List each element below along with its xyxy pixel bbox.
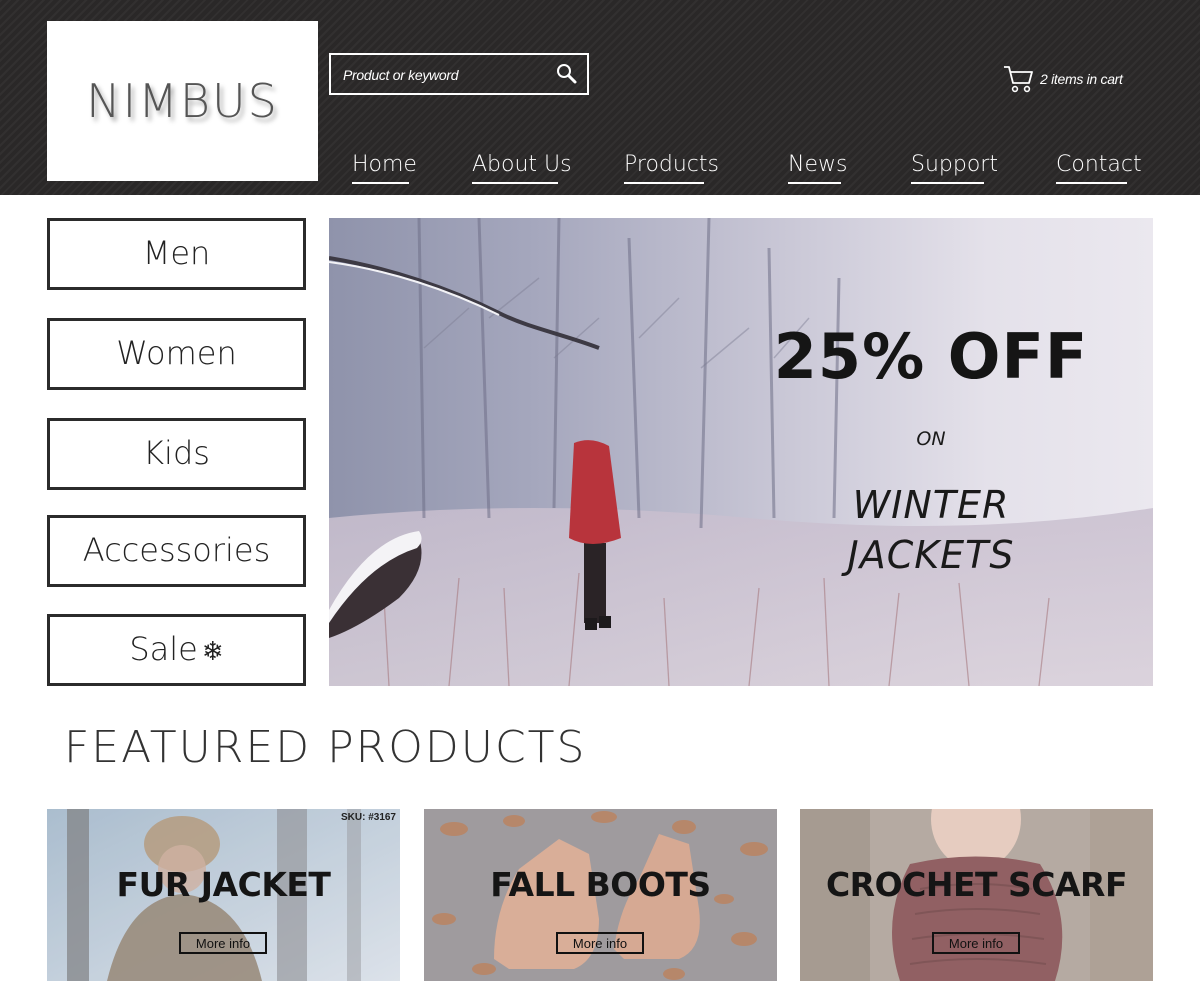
category-label: Accessories bbox=[82, 531, 271, 569]
more-info-button[interactable]: More info bbox=[932, 932, 1020, 954]
product-card-fall-boots[interactable]: FALL BOOTS More info bbox=[424, 809, 777, 981]
category-label: Men bbox=[142, 234, 211, 272]
featured-title: FEATURED PRODUCTS bbox=[64, 722, 587, 773]
nav-products[interactable]: Products bbox=[624, 150, 719, 184]
product-card-crochet-scarf[interactable]: CROCHET SCARF More info bbox=[800, 809, 1153, 981]
category-men[interactable]: Men bbox=[47, 218, 306, 290]
product-title: FUR JACKET bbox=[116, 865, 331, 904]
category-label: Women bbox=[116, 334, 237, 372]
nav-news[interactable]: News bbox=[788, 150, 847, 184]
product-sku: SKU: #3167 bbox=[340, 812, 396, 823]
category-label: Sale bbox=[129, 630, 198, 668]
hero-headline: 25% OFF bbox=[773, 320, 1089, 393]
hero-subline-2: JACKETS bbox=[847, 533, 1015, 577]
logo-text: NIMBUS bbox=[86, 74, 279, 128]
search-input[interactable] bbox=[341, 63, 545, 87]
category-kids[interactable]: Kids bbox=[47, 418, 306, 490]
hero-banner[interactable]: 25% OFF ON WINTER JACKETS bbox=[329, 218, 1153, 686]
nav-support[interactable]: Support bbox=[911, 150, 998, 184]
hero-connector: ON bbox=[916, 428, 946, 450]
hero-photo bbox=[329, 218, 1153, 686]
category-accessories[interactable]: Accessories bbox=[47, 515, 306, 587]
more-info-button[interactable]: More info bbox=[556, 932, 644, 954]
category-sale[interactable]: Sale ❄ bbox=[47, 614, 306, 686]
category-women[interactable]: Women bbox=[47, 318, 306, 390]
product-title: CROCHET SCARF bbox=[825, 865, 1128, 904]
search-icon bbox=[557, 64, 577, 84]
cart-icon bbox=[1004, 66, 1033, 93]
nav-home[interactable]: Home bbox=[352, 150, 417, 184]
cart-count-text: 2 items in cart bbox=[1040, 71, 1123, 87]
snowflake-icon: ❄ bbox=[201, 637, 224, 667]
logo[interactable]: NIMBUS bbox=[47, 21, 318, 181]
cart-button[interactable]: 2 items in cart bbox=[1003, 64, 1133, 94]
more-info-button[interactable]: More info bbox=[179, 932, 267, 954]
product-title: FALL BOOTS bbox=[490, 865, 711, 904]
nav-contact[interactable]: Contact bbox=[1056, 150, 1142, 184]
hero-subline-1: WINTER bbox=[852, 483, 1010, 527]
nav-about-us[interactable]: About Us bbox=[472, 150, 572, 184]
category-label: Kids bbox=[143, 434, 210, 472]
site-header: NIMBUS 2 items in cart Home About Us Pro… bbox=[0, 0, 1200, 195]
search-button[interactable] bbox=[555, 62, 579, 86]
search-bar bbox=[329, 53, 589, 95]
hero-subline: WINTER JACKETS bbox=[769, 480, 1093, 580]
product-card-fur-jacket[interactable]: SKU: #3167 FUR JACKET More info bbox=[47, 809, 400, 981]
